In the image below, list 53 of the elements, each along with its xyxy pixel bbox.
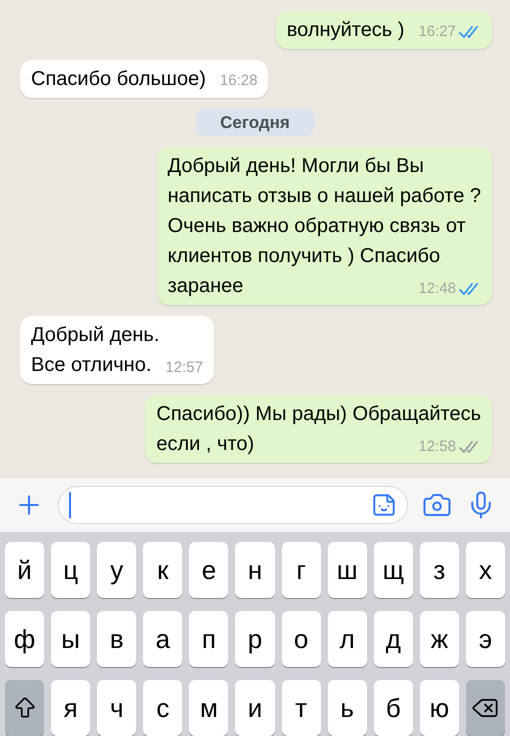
keyboard-key[interactable]: щ [374, 542, 413, 598]
text-cursor [69, 492, 71, 518]
keyboard-key[interactable]: а [143, 611, 182, 667]
keyboard-key[interactable]: ы [51, 611, 90, 667]
message-line: Все отлично. [31, 353, 152, 378]
keyboard-key[interactable]: х [466, 542, 506, 598]
keyboard-key[interactable]: с [143, 680, 182, 736]
keyboard-key[interactable]: ж [420, 611, 459, 667]
message-time: 12:57 [165, 358, 203, 378]
keyboard-key[interactable]: т [282, 680, 321, 736]
message-line: заранее [168, 274, 244, 300]
message-line: Очень важно обратную связь от [168, 214, 467, 240]
keyboard-key[interactable]: ч [97, 680, 136, 736]
keyboard-key[interactable]: э [466, 611, 506, 667]
keyboard-key[interactable]: к [143, 542, 182, 598]
keyboard-key[interactable]: д [374, 611, 413, 667]
message-line: написать отзыв о нашей работе ? [168, 184, 481, 210]
keyboard-key[interactable]: м [189, 680, 228, 736]
keyboard-key[interactable]: е [189, 542, 228, 598]
message-time: 16:28 [220, 71, 258, 92]
keyboard-key[interactable]: и [235, 680, 275, 736]
keyboard-key[interactable]: н [235, 542, 275, 598]
shift-key[interactable] [5, 680, 44, 736]
keyboard-key[interactable]: ш [328, 542, 367, 598]
backspace-key[interactable] [466, 680, 506, 736]
keyboard-key[interactable]: ф [5, 611, 44, 667]
message-line: Спасибо большое) [31, 66, 206, 92]
message-input-field[interactable] [58, 486, 408, 524]
message-line: клиентов получить ) Спасибо [168, 244, 442, 270]
keyboard-key[interactable]: ь [328, 680, 367, 736]
keyboard-key[interactable]: ю [420, 680, 459, 736]
keyboard-key[interactable]: в [97, 611, 136, 667]
keyboard-key[interactable]: ц [51, 542, 90, 598]
keyboard-key[interactable]: у [97, 542, 136, 598]
message-time: 12:58 [418, 436, 456, 457]
message-line: Спасибо)) Мы рады) Обращайтесь [156, 402, 481, 428]
sticker-icon[interactable] [371, 492, 397, 518]
keyboard-key[interactable]: г [282, 542, 321, 598]
keyboard-key[interactable]: з [420, 542, 459, 598]
message-line: Добрый день! Могли бы Вы [168, 154, 425, 180]
keyboard-key[interactable]: й [5, 542, 44, 598]
keyboard-key[interactable]: я [51, 680, 90, 736]
keyboard-key[interactable]: п [189, 611, 228, 667]
message-time: 16:27 [418, 22, 456, 42]
keyboard-key[interactable]: о [282, 611, 321, 667]
keyboard-key[interactable]: р [235, 611, 275, 667]
message-line: волнуйтесь ) [286, 18, 404, 43]
message-time: 12:48 [418, 278, 456, 299]
message-line: если , что) [156, 432, 254, 458]
date-separator: Сегодня [196, 108, 314, 136]
keyboard-key[interactable]: б [374, 680, 413, 736]
message-line: Добрый день. [31, 323, 160, 348]
keyboard-key[interactable]: л [328, 611, 367, 667]
